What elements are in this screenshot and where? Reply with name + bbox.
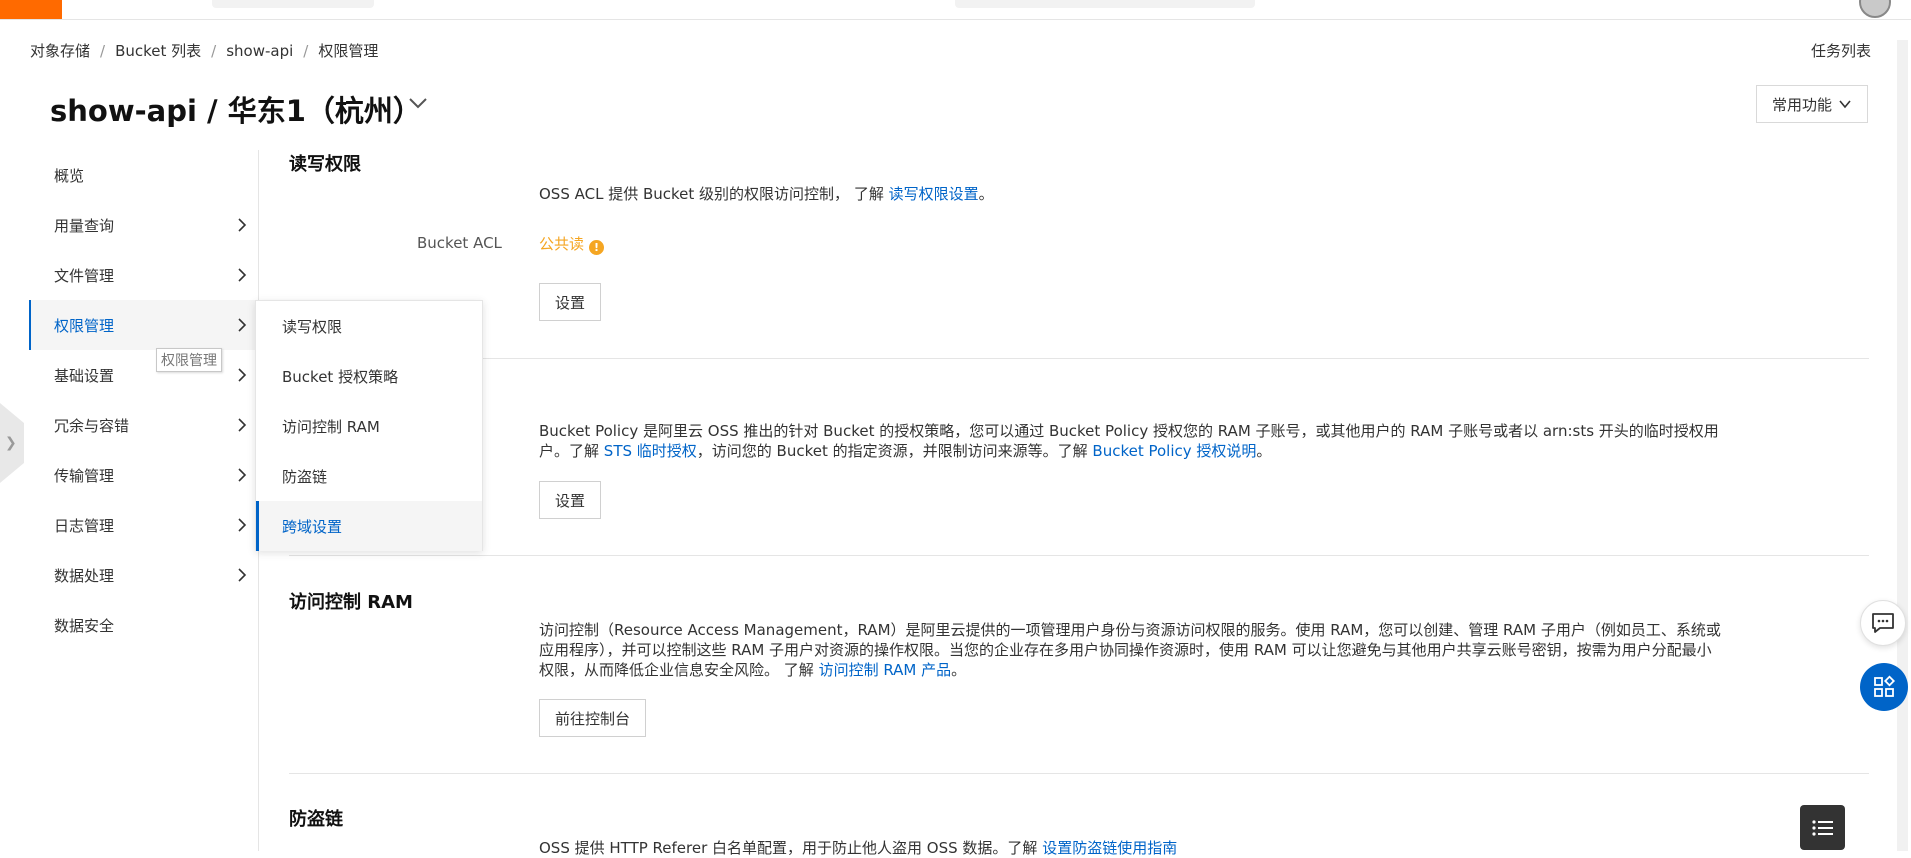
- rw-settings-link[interactable]: 读写权限设置: [889, 185, 979, 203]
- section-divider: [289, 773, 1869, 774]
- breadcrumb-item[interactable]: show-api: [226, 42, 293, 60]
- chevron-right-icon: [238, 418, 247, 432]
- ram-description: 访问控制（Resource Access Management，RAM）是阿里云…: [539, 620, 1721, 680]
- rw-description: OSS ACL 提供 Bucket 级别的权限访问控制， 了解 读写权限设置。: [539, 184, 994, 204]
- sidebar-item-label: 冗余与容错: [54, 416, 130, 435]
- top-search[interactable]: [955, 0, 1255, 8]
- ram-line-3: 权限，从而降低企业信息安全风险。 了解 访问控制 RAM 产品。: [539, 660, 1721, 680]
- ram-line-3c: 。: [951, 661, 967, 679]
- policy-line-2a: 户。了解: [539, 442, 600, 460]
- sidebar-item-transfer[interactable]: 传输管理: [29, 450, 259, 500]
- sidebar-item-data-processing[interactable]: 数据处理: [29, 550, 259, 600]
- apps-button[interactable]: [1860, 663, 1908, 711]
- chevron-right-icon: [238, 568, 247, 582]
- policy-line-1: Bucket Policy 是阿里云 OSS 推出的针对 Bucket 的授权策…: [539, 422, 1719, 440]
- chat-button[interactable]: [1860, 600, 1906, 646]
- page-title: show-api / 华东1（杭州）: [50, 94, 422, 128]
- submenu-item-ram[interactable]: 访问控制 RAM: [256, 401, 482, 451]
- tooltip: 权限管理: [156, 348, 222, 372]
- menu-icon: [1811, 819, 1833, 836]
- breadcrumb-separator: /: [211, 42, 217, 60]
- chevron-right-icon: [238, 218, 247, 232]
- breadcrumb-item[interactable]: 对象存储: [30, 42, 90, 60]
- common-functions-button[interactable]: 常用功能: [1756, 85, 1868, 123]
- sidebar-item-label: 基础设置: [54, 366, 115, 385]
- policy-line-2c: 。: [1256, 442, 1272, 460]
- section-title-referer: 防盗链: [289, 809, 343, 830]
- menu-button[interactable]: [1800, 805, 1845, 850]
- sidebar-item-usage[interactable]: 用量查询: [29, 200, 259, 250]
- ram-line-2: 应用程序），并可以控制这些 RAM 子用户对资源的操作权限。当您的企业存在多用户…: [539, 641, 1712, 659]
- chevron-down-icon: [1839, 100, 1851, 109]
- apps-icon: [1874, 675, 1896, 697]
- sidebar-item-permissions[interactable]: 权限管理: [29, 300, 259, 350]
- sidebar-item-files[interactable]: 文件管理: [29, 250, 259, 300]
- chevron-right-icon: ❯: [5, 435, 17, 451]
- chevron-right-icon: [238, 518, 247, 532]
- policy-line-2: 户。了解 STS 临时授权，访问您的 Bucket 的指定资源，并限制访问来源等…: [539, 441, 1719, 461]
- ram-line-1: 访问控制（Resource Access Management，RAM）是阿里云…: [539, 621, 1721, 639]
- sidebar-item-label: 数据处理: [54, 566, 115, 585]
- referer-description-text: OSS 提供 HTTP Referer 白名单配置，用于防止他人盗用 OSS 数…: [539, 839, 1038, 857]
- avatar[interactable]: [1859, 0, 1891, 18]
- task-list-link[interactable]: 任务列表: [1811, 40, 1871, 61]
- submenu-item-bucket-policy[interactable]: Bucket 授权策略: [256, 351, 482, 401]
- sidebar-item-label: 文件管理: [54, 266, 115, 285]
- sidebar-item-label: 日志管理: [54, 516, 115, 535]
- bucket-acl-label: Bucket ACL: [417, 234, 502, 252]
- permissions-submenu: 读写权限 Bucket 授权策略 访问控制 RAM 防盗链 跨域设置: [255, 300, 483, 551]
- rw-settings-button[interactable]: 设置: [539, 283, 601, 321]
- submenu-item-cors[interactable]: 跨域设置: [256, 501, 482, 551]
- top-nav-item[interactable]: [212, 0, 374, 8]
- ram-product-link[interactable]: 访问控制 RAM 产品: [819, 661, 952, 679]
- section-divider: [289, 358, 1869, 359]
- rw-description-end: 。: [978, 185, 994, 203]
- breadcrumb-separator: /: [100, 42, 106, 60]
- sidebar-item-overview[interactable]: 概览: [29, 150, 259, 200]
- rw-description-text: OSS ACL 提供 Bucket 级别的权限访问控制， 了解: [539, 185, 884, 203]
- submenu-item-rw[interactable]: 读写权限: [256, 301, 482, 351]
- policy-description: Bucket Policy 是阿里云 OSS 推出的针对 Bucket 的授权策…: [539, 421, 1719, 461]
- chevron-right-icon: [238, 318, 247, 332]
- breadcrumb-item[interactable]: Bucket 列表: [115, 42, 201, 60]
- section-divider: [289, 555, 1869, 556]
- sidebar-item-label: 概览: [54, 166, 85, 185]
- acl-value-text: 公共读: [539, 235, 585, 253]
- policy-line-2b: ，访问您的 Bucket 的指定资源，并限制访问来源等。了解: [696, 442, 1088, 460]
- sidebar-item-data-security[interactable]: 数据安全: [29, 600, 259, 650]
- chevron-right-icon: [238, 268, 247, 282]
- sidebar: 概览 用量查询 文件管理 权限管理 基础设置 冗余与容错 传输管理 日志管理 数…: [29, 150, 259, 650]
- chat-icon: [1872, 613, 1894, 633]
- scrollbar[interactable]: [1897, 40, 1908, 851]
- chevron-down-icon[interactable]: [407, 92, 429, 114]
- sidebar-item-label: 用量查询: [54, 216, 115, 235]
- referer-guide-link[interactable]: 设置防盗链使用指南: [1042, 839, 1177, 857]
- brand-logo[interactable]: [0, 0, 62, 19]
- sidebar-item-basic-settings[interactable]: 基础设置: [29, 350, 259, 400]
- warning-icon: !: [589, 240, 605, 255]
- common-functions-label: 常用功能: [1771, 95, 1832, 114]
- sts-link[interactable]: STS 临时授权: [604, 442, 697, 460]
- sidebar-item-redundancy[interactable]: 冗余与容错: [29, 400, 259, 450]
- ram-line-3a: 权限，从而降低企业信息安全风险。 了解: [539, 661, 814, 679]
- policy-settings-button[interactable]: 设置: [539, 481, 601, 519]
- chevron-right-icon: [238, 468, 247, 482]
- submenu-item-referer[interactable]: 防盗链: [256, 451, 482, 501]
- referer-description: OSS 提供 HTTP Referer 白名单配置，用于防止他人盗用 OSS 数…: [539, 838, 1177, 858]
- bucket-acl-value: 公共读!: [539, 234, 605, 255]
- breadcrumb-current: 权限管理: [318, 42, 379, 60]
- section-title-rw: 读写权限: [289, 154, 361, 175]
- top-bar: [0, 0, 1911, 20]
- chevron-right-icon: [238, 368, 247, 382]
- sidebar-item-logs[interactable]: 日志管理: [29, 500, 259, 550]
- collapse-sidebar-handle[interactable]: ❯: [0, 403, 24, 483]
- sidebar-item-label: 权限管理: [54, 316, 115, 335]
- section-title-ram: 访问控制 RAM: [289, 592, 413, 613]
- breadcrumb-separator: /: [303, 42, 309, 60]
- sidebar-item-label: 传输管理: [54, 466, 115, 485]
- go-to-console-button[interactable]: 前往控制台: [539, 699, 646, 737]
- bucket-policy-link[interactable]: Bucket Policy 授权说明: [1092, 442, 1256, 460]
- breadcrumb: 对象存储 / Bucket 列表 / show-api / 权限管理: [30, 40, 378, 61]
- sidebar-item-label: 数据安全: [54, 616, 115, 635]
